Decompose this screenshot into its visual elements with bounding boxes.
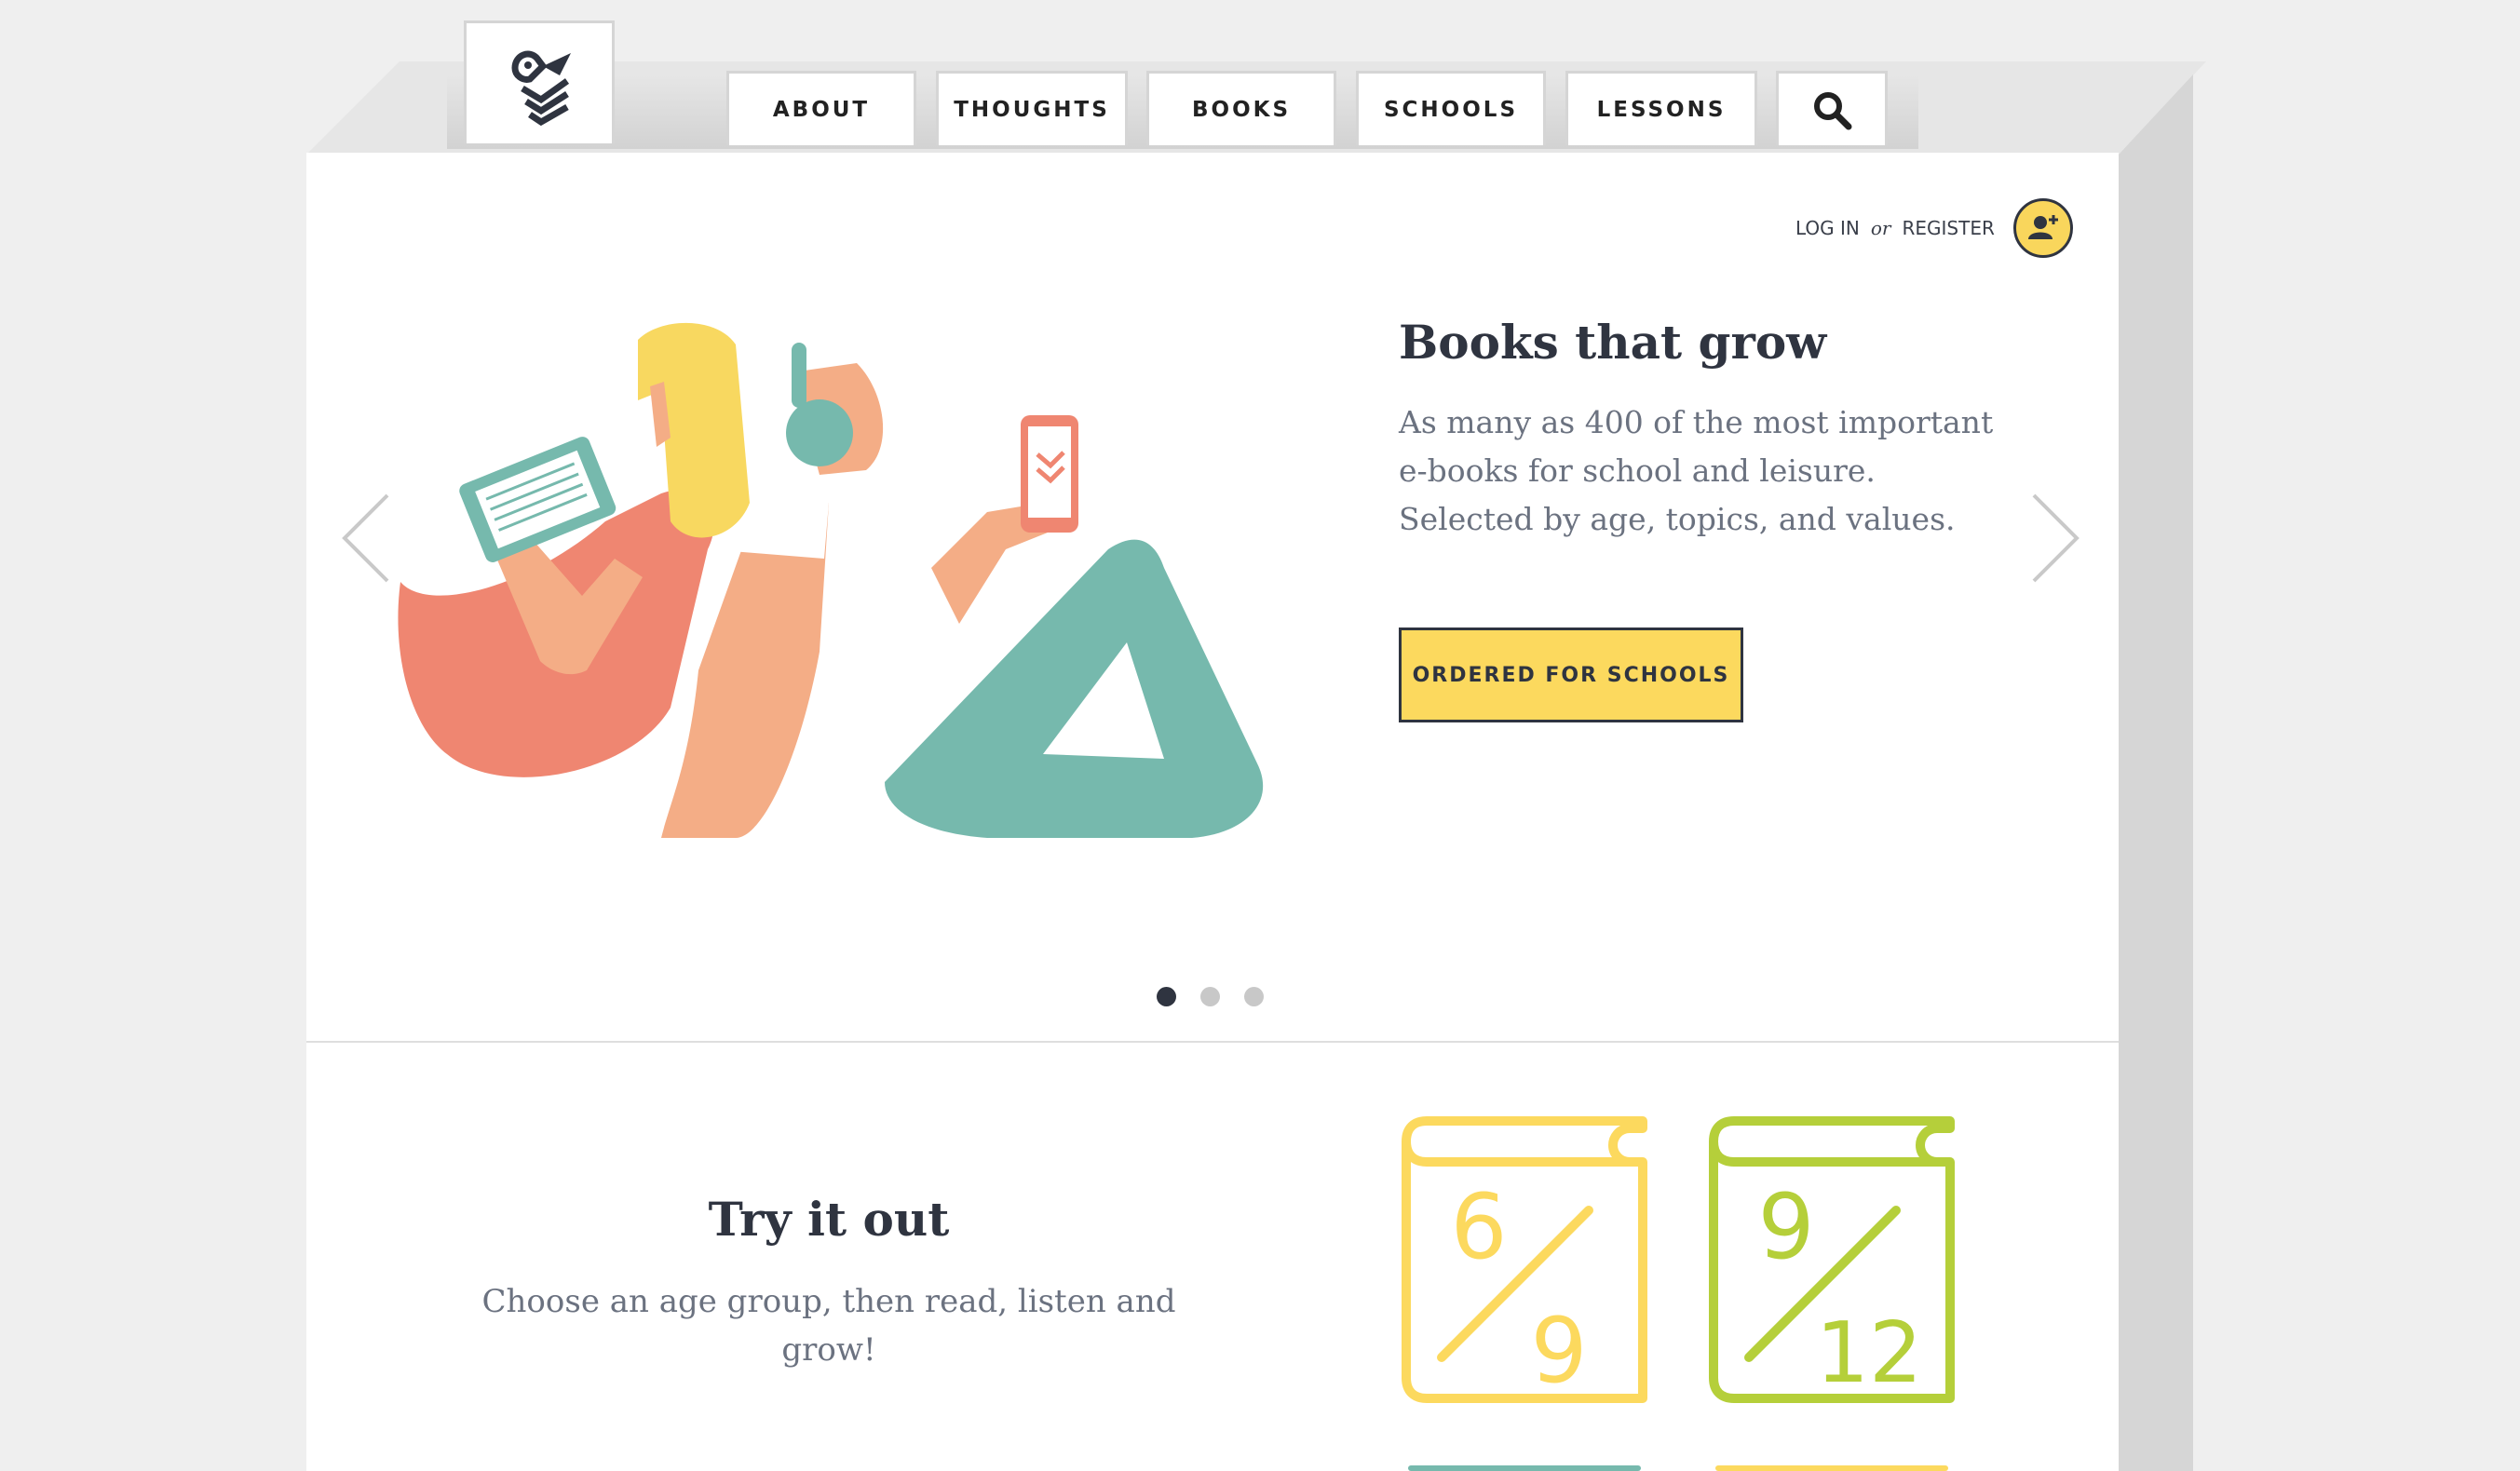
next-book-peek-1 (1408, 1465, 1641, 1471)
auth-links: LOG IN or REGISTER (1795, 196, 2073, 261)
age-6-9-bottom: 9 (1530, 1299, 1587, 1403)
search-icon (1814, 91, 1852, 129)
age-group-9-12-book[interactable]: 9 12 (1706, 1113, 1958, 1408)
hero-description: As many as 400 of the most important e-b… (1399, 404, 1994, 537)
age-9-12-top: 9 (1757, 1175, 1814, 1279)
auth-or: or (1870, 217, 1891, 239)
ordered-for-schools-button[interactable]: ORDERED FOR SCHOOLS (1399, 628, 1743, 722)
nav-thoughts[interactable]: THOUGHTS (936, 71, 1128, 145)
nav-about[interactable]: ABOUT (726, 71, 916, 145)
carousel-dot-2[interactable] (1200, 987, 1220, 1006)
login-link[interactable]: LOG IN (1795, 217, 1860, 239)
age-group-6-9-book[interactable]: 6 9 (1399, 1113, 1650, 1408)
carousel-next-arrow-icon[interactable] (2030, 492, 2080, 585)
nav-books[interactable]: BOOKS (1146, 71, 1336, 145)
nav-search-button[interactable] (1776, 71, 1888, 145)
hero-title: Books that grow (1399, 315, 1827, 370)
nav-lessons[interactable]: LESSONS (1565, 71, 1757, 145)
try-it-out-title: Try it out (708, 1192, 950, 1247)
carousel-prev-arrow-icon[interactable] (341, 492, 391, 585)
register-avatar-button[interactable] (2012, 198, 2073, 258)
carousel-dots (1157, 987, 1264, 1006)
section-divider (306, 1041, 2119, 1043)
try-it-out-description: Choose an age group, then read, listen a… (481, 1283, 1176, 1369)
hero-illustration (398, 322, 1264, 838)
carousel-dot-1[interactable] (1157, 987, 1176, 1006)
age-6-9-top: 6 (1450, 1175, 1507, 1279)
register-link[interactable]: REGISTER (1903, 217, 1995, 239)
logo[interactable] (464, 20, 615, 143)
bird-logo-icon (511, 50, 571, 126)
add-user-icon (2027, 215, 2058, 239)
carousel-dot-3[interactable] (1244, 987, 1264, 1006)
nav-schools[interactable]: SCHOOLS (1356, 71, 1546, 145)
shelf-right-side (2119, 74, 2193, 1471)
age-9-12-bottom: 12 (1816, 1304, 1923, 1402)
next-book-peek-2 (1715, 1465, 1948, 1471)
